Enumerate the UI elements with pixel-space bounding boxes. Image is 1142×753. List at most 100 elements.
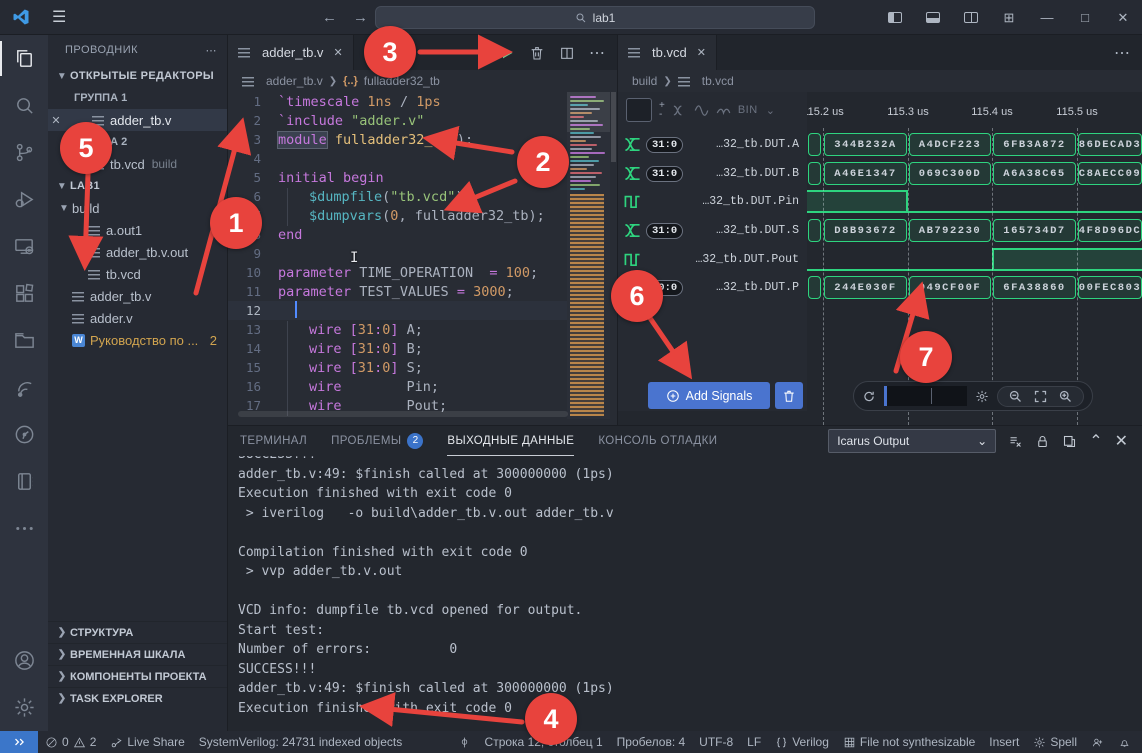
breadcrumb-file[interactable]: tb.vcd [702, 74, 734, 88]
tab-adder-tb-v[interactable]: adder_tb.v ✕ [228, 35, 354, 70]
code-editor[interactable]: 1`timescale 1ns / 1ps2`include "adder.v"… [228, 92, 567, 419]
status-строка[interactable]: Строка 12, столбец 1 [478, 731, 610, 753]
signal-row-32_tb.DUT.Pin[interactable]: …32_tb.DUT.Pin [618, 190, 807, 213]
status-spell[interactable]: Spell [1026, 731, 1084, 753]
activity-remote-explorer-icon[interactable] [0, 223, 48, 270]
bus-format-icon[interactable] [672, 104, 687, 117]
customize-layout-icon[interactable]: ⊞ [990, 0, 1028, 35]
waveform-canvas[interactable]: 115.2 us115.3 us115.4 us115.5 us 344B232… [807, 92, 1142, 425]
activity-timeline-icon[interactable] [0, 411, 48, 458]
toggle-sidebar-icon[interactable] [876, 0, 914, 35]
tab-close-icon[interactable]: ✕ [697, 46, 706, 59]
signal-row-32_tb.DUT.A[interactable]: 31:0…32_tb.DUT.A [618, 133, 807, 156]
breadcrumb-folder[interactable]: build [632, 74, 657, 88]
status-verilog[interactable]: Verilog [768, 731, 836, 753]
minimize-button[interactable]: — [1028, 0, 1066, 35]
breadcrumb-file[interactable]: adder_tb.v [266, 74, 323, 88]
wave-breadcrumb[interactable]: build ❯ tb.vcd [618, 70, 1142, 92]
signal-list[interactable]: 31:0…32_tb.DUT.A 31:0…32_tb.DUT.B …32_tb.D… [618, 128, 807, 380]
editor-more-icon[interactable]: ⋯ [589, 43, 605, 63]
command-search-box[interactable]: lab1 [375, 6, 815, 29]
tab-close-icon[interactable]: ✕ [333, 46, 342, 59]
tree-item-adder_tb.v[interactable]: ✕adder_tb.v [48, 109, 227, 131]
activity-notebook-icon[interactable] [0, 458, 48, 505]
status-insert[interactable]: Insert [982, 731, 1026, 753]
close-button[interactable]: ✕ [1104, 0, 1142, 35]
activity-run-debug-icon[interactable] [0, 176, 48, 223]
split-editor-icon[interactable] [559, 45, 575, 61]
back-arrow-icon[interactable]: ← [322, 9, 337, 26]
trash-icon[interactable] [529, 45, 545, 61]
maximize-button[interactable]: □ [1066, 0, 1104, 35]
tree-item--1[interactable]: ГРУППА 1 [48, 87, 227, 109]
breadcrumb[interactable]: adder_tb.v ❯ {..} fulladder32_tb [228, 70, 617, 92]
panel-tab-проблемы[interactable]: ПРОБЛЕМЫ2 [331, 426, 423, 456]
wave-value-box[interactable] [626, 98, 652, 122]
panel-tab-выходные-данные[interactable]: ВЫХОДНЫЕ ДАННЫЕ [447, 426, 574, 456]
status-phi[interactable] [451, 731, 478, 753]
status-пробелов[interactable]: Пробелов: 4 [610, 731, 693, 753]
problems-status[interactable]: 02 [38, 731, 103, 753]
status-utf-8[interactable]: UTF-8 [692, 731, 740, 753]
tree-item-lab1[interactable]: ▼LAB1 [48, 175, 227, 197]
sidebar-more-icon[interactable]: ⋯ [206, 44, 218, 57]
status-bell[interactable] [1111, 731, 1138, 753]
radix-dropdown[interactable]: BIN ⌄ [738, 104, 776, 117]
tree-item-adder_tb.v.out[interactable]: adder_tb.v.out [48, 241, 227, 263]
section-структура[interactable]: ❯СТРУКТУРА [48, 621, 228, 643]
signal-row-32_tb.DUT.B[interactable]: 31:0…32_tb.DUT.B [618, 162, 807, 185]
activity-search-icon[interactable] [0, 82, 48, 129]
output-console[interactable]: SUCCESS!!!adder_tb.v:49: $finish called … [238, 456, 1128, 732]
clear-output-icon[interactable] [1008, 434, 1023, 449]
status-lf[interactable]: LF [740, 731, 768, 753]
zoom-out-icon[interactable] [1008, 389, 1023, 404]
toggle-secondary-sidebar-icon[interactable] [952, 0, 990, 35]
signal-row-32_tb.DUT.S[interactable]: 31:0…32_tb.DUT.S [618, 219, 807, 242]
activity-more-icon[interactable] [0, 505, 48, 552]
zoom-in-icon[interactable] [1058, 389, 1073, 404]
breadcrumb-symbol[interactable]: fulladder32_tb [364, 74, 440, 88]
status-live[interactable]: Live Share [103, 731, 191, 753]
tree-item--[interactable]: ▼ОТКРЫТЫЕ РЕДАКТОРЫ [48, 65, 227, 87]
gear-icon[interactable] [975, 389, 989, 404]
open-in-editor-icon[interactable] [1062, 434, 1077, 449]
remote-indicator[interactable] [0, 731, 38, 753]
time-input[interactable] [884, 386, 967, 406]
analog-wave-icon[interactable] [694, 104, 709, 117]
toggle-panel-icon[interactable] [914, 0, 952, 35]
section-компоненты-проекта[interactable]: ❯КОМПОНЕНТЫ ПРОЕКТА [48, 665, 228, 687]
activity-settings-icon[interactable] [0, 684, 48, 731]
tree-item-build[interactable]: ▼build [48, 197, 227, 219]
signal-row-32_tb.DUT.P[interactable]: 30:0…32_tb.DUT.P [618, 276, 807, 299]
activity-esp-idf-icon[interactable] [0, 364, 48, 411]
wave-minus-button[interactable]: - [659, 110, 665, 119]
section-task-explorer[interactable]: ❯TASK EXPLORER [48, 687, 228, 709]
panel-tab-консоль-отладки[interactable]: КОНСОЛЬ ОТЛАДКИ [598, 426, 717, 456]
editor-vertical-scrollbar[interactable] [610, 92, 617, 419]
lock-icon[interactable] [1035, 434, 1050, 449]
minimap[interactable] [567, 92, 610, 419]
hamburger-menu-icon[interactable]: ☰ [52, 7, 66, 27]
tree-item-adder_tb.v[interactable]: adder_tb.v [48, 285, 227, 307]
tree-item-a.out1[interactable]: a.out1 [48, 219, 227, 241]
output-channel-select[interactable]: Icarus Output ⌄ [828, 429, 996, 453]
add-signals-button[interactable]: Add Signals [648, 382, 770, 409]
remove-signals-button[interactable] [775, 382, 803, 409]
status-systemverilog[interactable]: SystemVerilog: 24731 indexed objects [192, 731, 409, 753]
section-временная-шкала[interactable]: ❯ВРЕМЕННАЯ ШКАЛА [48, 643, 228, 665]
tree-item-adder.v[interactable]: adder.v [48, 307, 227, 329]
editor-horizontal-scrollbar[interactable] [238, 411, 568, 417]
activity-folder-icon[interactable] [0, 317, 48, 364]
panel-tab-терминал[interactable]: ТЕРМИНАЛ [240, 426, 307, 456]
tab-tb-vcd[interactable]: tb.vcd ✕ [618, 35, 717, 70]
tree-item--...[interactable]: WРуководство по ...2 [48, 329, 227, 351]
refresh-icon[interactable] [862, 389, 876, 404]
forward-arrow-icon[interactable]: → [353, 9, 368, 26]
activity-source-control-icon[interactable] [0, 129, 48, 176]
activity-files-icon[interactable] [0, 35, 48, 82]
run-verilog-icon[interactable] [499, 45, 515, 61]
editor-more-icon[interactable]: ⋯ [1114, 43, 1130, 63]
panel-maximize-icon[interactable]: ⌃ [1089, 431, 1102, 451]
analog-wave2-icon[interactable] [716, 104, 731, 117]
minimap-slider[interactable] [567, 92, 610, 132]
